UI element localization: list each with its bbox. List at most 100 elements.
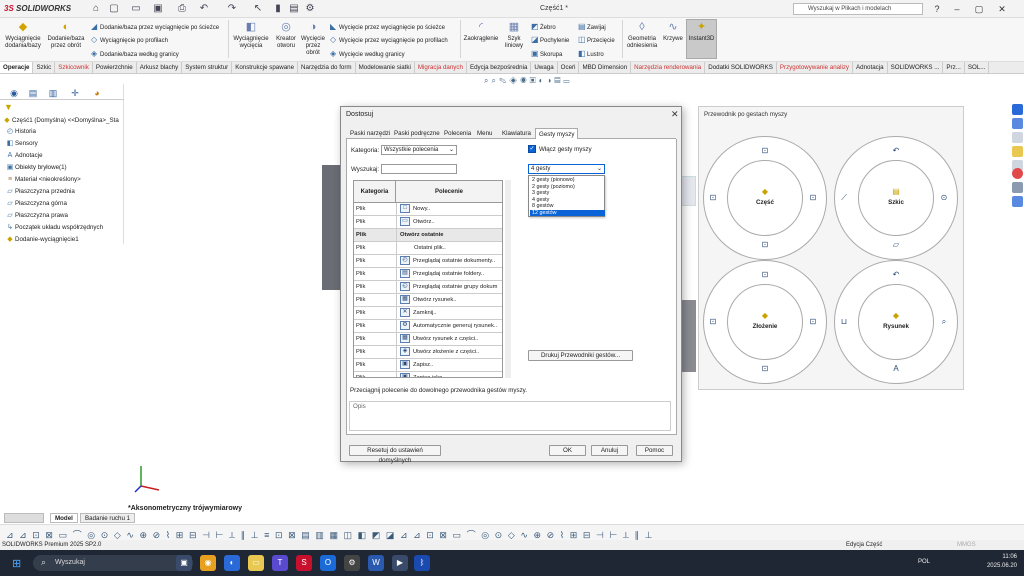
table-row[interactable]: Plik ✕ Zamknij..: [354, 307, 502, 320]
property-manager-tab-icon[interactable]: ▤: [26, 86, 40, 100]
cancel-button[interactable]: Anuluj: [591, 445, 628, 456]
gesture-command-icon[interactable]: ⊡: [760, 270, 770, 279]
intersect-button[interactable]: ◫Przecięcie: [578, 35, 615, 44]
fillet-button[interactable]: ◜ Zaokrąglenie: [462, 20, 500, 43]
table-row[interactable]: Plik ▣ Zapisz jako..: [354, 372, 502, 377]
gesture-command-icon[interactable]: ⊡: [760, 146, 770, 155]
tree-root[interactable]: ◆ Część1 (Domyślna) <<Domyślna>_Sta: [2, 116, 118, 126]
table-row[interactable]: Plik ▦ Utwórz rysunek z części..: [354, 333, 502, 346]
task-view-icon[interactable]: ▣: [176, 555, 192, 571]
forum-icon[interactable]: [1012, 196, 1023, 207]
display-manager-tab-icon[interactable]: ◕: [90, 86, 104, 100]
gesture-command-icon[interactable]: ↶: [891, 146, 901, 155]
row-command[interactable]: ▤ Przeglądaj ostatnie foldery..: [396, 268, 500, 281]
table-scrollbar[interactable]: [505, 180, 511, 378]
tab-arkusz-blachy[interactable]: Arkusz blachy: [137, 62, 183, 73]
appearances-icon[interactable]: [1012, 168, 1023, 179]
feature-tree-tab-icon[interactable]: ◉: [7, 86, 21, 100]
tree-item-plaszczyzna-gorna[interactable]: ▱ Płaszczyzna górna: [5, 199, 67, 209]
tab-powierzchnie[interactable]: Powierzchnie: [93, 62, 137, 73]
table-row[interactable]: Plik □ Nowy..: [354, 203, 502, 216]
table-row[interactable]: Plik ▣ Zapisz..: [354, 359, 502, 372]
tab-szkic[interactable]: Szkic: [33, 62, 56, 73]
row-command[interactable]: ▭ Otwórz..: [396, 216, 500, 229]
file-explorer-taskbar-icon[interactable]: ▭: [248, 555, 264, 571]
chrome-icon[interactable]: ◉: [200, 555, 216, 571]
table-row[interactable]: Plik ▤ Przeglądaj ostatnie foldery..: [354, 268, 502, 281]
redo-icon[interactable]: ↷: [226, 3, 238, 15]
swept-boss-button[interactable]: ◢ Dodanie/baza przez wyciągnięcie po ście…: [91, 22, 219, 31]
table-row[interactable]: Plik ◵ Przeglądaj ostatnie grupy dokum: [354, 281, 502, 294]
tab-klawiatura[interactable]: Klawiatura: [499, 128, 534, 139]
gesture-command-icon[interactable]: ⟋: [839, 193, 849, 203]
column-header-command[interactable]: Polecenie: [396, 181, 502, 203]
gesture-option[interactable]: 4 gesty: [530, 197, 605, 203]
mirror-button[interactable]: ◧Lustro: [578, 49, 604, 58]
gesture-command-icon[interactable]: ▱: [891, 240, 901, 249]
shell-button[interactable]: ▣Skorupa: [531, 49, 562, 58]
tree-item-plaszczyzna-przednia[interactable]: ▱ Płaszczyzna przednia: [5, 187, 75, 197]
tab-edycja-bezposrednia[interactable]: Edycja bezpośrednia: [467, 62, 532, 73]
row-command[interactable]: ▣ Zapisz..: [396, 359, 500, 372]
command-search-input[interactable]: [381, 164, 457, 174]
gesture-command-icon[interactable]: ⊔: [839, 317, 849, 326]
extrude-cut-button[interactable]: ◧ Wyciągnięcie wycięcia: [230, 20, 272, 50]
windows-start-icon[interactable]: ⊞: [12, 557, 21, 570]
gesture-command-icon[interactable]: ⊡: [808, 317, 818, 326]
tab-prz[interactable]: Prz...: [943, 62, 965, 73]
gesture-command-icon[interactable]: ⊡: [808, 193, 818, 202]
row-command[interactable]: ◴ Przeglądaj ostatnie dokumenty..: [396, 255, 500, 268]
row-command[interactable]: ▦ Otwórz rysunek..: [396, 294, 500, 307]
solidworks-taskbar-icon[interactable]: S: [296, 555, 312, 571]
gestures-count-select[interactable]: 4 gesty ⌄: [528, 164, 605, 174]
tree-item-historia[interactable]: ◴ Historia: [5, 127, 36, 137]
row-command[interactable]: ✕ Zamknij..: [396, 307, 500, 320]
gesture-option-selected[interactable]: 12 gestów: [530, 209, 605, 216]
tree-item-adnotacje[interactable]: A Adnotacje: [5, 151, 43, 161]
design-library-icon[interactable]: [1012, 118, 1023, 129]
new-file-icon[interactable]: ▢: [108, 3, 120, 15]
options-gear-icon[interactable]: ⚙: [304, 3, 316, 15]
clock-time[interactable]: 11:06: [985, 554, 1017, 560]
lofted-cut-button[interactable]: ◇ Wycięcie przez wyciągnięcie po profilac…: [330, 35, 448, 44]
file-properties-icon[interactable]: ▤: [288, 3, 300, 15]
swept-cut-button[interactable]: ◣ Wycięcie przez wyciągnięcie po ścieżce: [330, 22, 445, 31]
boundary-boss-button[interactable]: ◈ Dodanie/baza według granicy: [91, 49, 179, 58]
category-select[interactable]: Wszystkie polecenia ⌄: [381, 145, 457, 155]
tab-scroll-arrows[interactable]: [4, 513, 44, 523]
open-file-icon[interactable]: ▭: [130, 3, 142, 15]
table-row[interactable]: Plik ▭ Otwórz..: [354, 216, 502, 229]
table-row[interactable]: Plik ⚙ Automatycznie generuj rysunek..: [354, 320, 502, 333]
status-units[interactable]: MMGS: [957, 540, 976, 550]
row-command[interactable]: ▦ Utwórz rysunek z części..: [396, 333, 500, 346]
tab-szkicownik[interactable]: Szkicownik: [55, 62, 93, 73]
outlook-icon[interactable]: O: [320, 555, 336, 571]
close-icon[interactable]: ✕: [995, 3, 1009, 15]
tab-konstrukcje-spawane[interactable]: Konstrukcje spawane: [232, 62, 299, 73]
teams-icon[interactable]: T: [272, 555, 288, 571]
tab-mbd-dimension[interactable]: MBD Dimension: [579, 62, 632, 73]
gesture-command-icon[interactable]: ↶: [891, 270, 901, 279]
custom-properties-icon[interactable]: [1012, 182, 1023, 193]
settings-taskbar-icon[interactable]: ⚙: [344, 555, 360, 571]
save-icon[interactable]: ▣: [152, 3, 164, 15]
home-icon[interactable]: ⌂: [90, 3, 102, 15]
tab-narzedzia-do-form[interactable]: Narzędzia do form: [298, 62, 356, 73]
revolve-boss-button[interactable]: ◐ Dodanie/baza przez obrót: [46, 20, 86, 50]
reference-geometry-button[interactable]: ◊ Geometria odniesienia: [624, 20, 660, 50]
row-command[interactable]: Ostatni plik..: [396, 242, 500, 255]
media-icon[interactable]: ▶: [392, 555, 408, 571]
taskbar-search-input[interactable]: Wyszukaj: [33, 555, 193, 571]
row-command[interactable]: ⚙ Automatycznie generuj rysunek..: [396, 320, 500, 333]
gesture-command-icon[interactable]: ⊙: [939, 193, 949, 202]
tab-solidworks-more[interactable]: SOLIDWORKS ...: [888, 62, 944, 73]
language-indicator[interactable]: POL: [918, 559, 930, 565]
reset-defaults-button[interactable]: Resetuj do ustawień domyślnych: [349, 445, 441, 464]
instant3d-button[interactable]: ✦ Instant3D: [686, 19, 717, 59]
tab-menu[interactable]: Menu: [474, 128, 495, 139]
tab-migracja-danych[interactable]: Migracja danych: [415, 62, 467, 73]
solidworks-resources-icon[interactable]: [1012, 104, 1023, 115]
row-command[interactable]: ◈ Utwórz złożenie z części..: [396, 346, 500, 359]
curves-button[interactable]: ∿ Krzywe: [660, 20, 686, 43]
table-row[interactable]: Plik ◴ Przeglądaj ostatnie dokumenty..: [354, 255, 502, 268]
